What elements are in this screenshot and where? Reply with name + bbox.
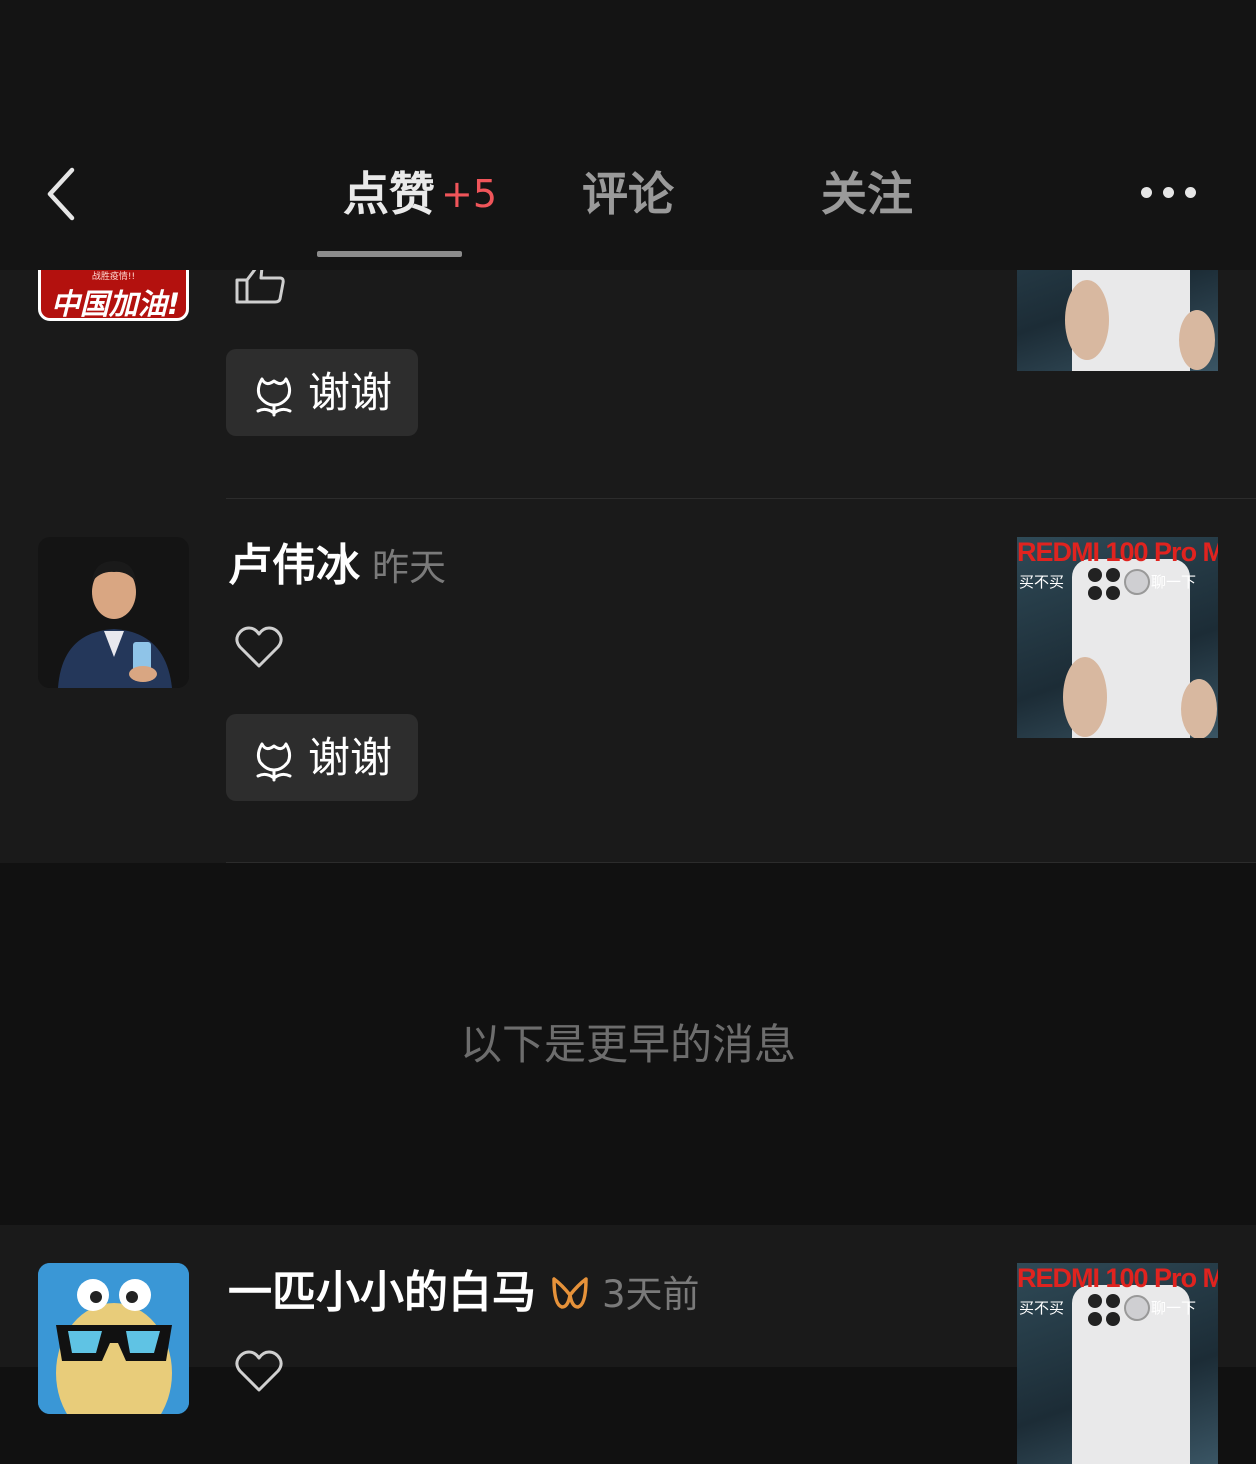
avatar[interactable] [38,537,189,688]
top-nav-bar: 点赞 +5 评论 关注 [0,0,1256,270]
divider [226,862,1256,863]
tab-label: 评论 [582,167,674,221]
divider [226,498,1256,499]
tab-comments[interactable]: 评论 [582,164,674,224]
thumbnail-caption-right: 聊一下 [1151,573,1197,591]
thumbnail-caption-left: 买不买 [1019,573,1065,591]
heart-icon [235,1350,283,1392]
tab-likes[interactable]: 点赞 +5 [343,164,497,224]
thanks-button[interactable]: 谢谢 [226,349,418,436]
post-thumbnail[interactable]: REDMI 100 Pro Max 买不买 聊一下 [1017,1263,1218,1464]
flower-icon [256,742,292,782]
tab-follow[interactable]: 关注 [821,164,913,224]
more-icon [1141,187,1152,198]
thumbnail-title: REDMI 100 Pro Max [1017,537,1218,567]
user-name[interactable]: 卢伟冰 [228,540,360,591]
thumbnail-caption-left: 买不买 [1019,1299,1065,1317]
heart-icon [235,626,283,668]
more-icon-dot [1185,187,1196,198]
chevron-left-icon [47,167,75,221]
more-options-button[interactable] [1136,178,1202,208]
tab-label: 点赞 [343,167,435,221]
timestamp: 昨天 [372,546,446,589]
thumbnail-title: REDMI 100 Pro Max [1017,1263,1218,1293]
user-line: 卢伟冰 昨天 [228,536,446,596]
notification-item: 一匹小小的白马 3天前 REDMI 100 Pro Max 买不买 聊一下 [0,1225,1256,1464]
earlier-messages-label: 以下是更早的消息 [459,1020,796,1069]
back-button[interactable] [40,164,84,224]
vip-badge-icon [552,1277,588,1309]
tab-label: 关注 [821,167,913,221]
cartoon-avatar [38,1263,189,1414]
user-name[interactable]: 一匹小小的白马 [228,1267,536,1318]
new-count-badge: +5 [441,172,498,216]
avatar-text: 中国加油! [50,287,181,321]
thanks-label: 谢谢 [308,368,393,417]
thanks-button[interactable]: 谢谢 [226,714,418,801]
flower-icon [256,377,292,417]
active-tab-indicator [317,251,462,257]
person-photo [38,537,189,688]
thumbnail-caption-right: 聊一下 [1151,1299,1197,1317]
avatar[interactable] [38,1263,189,1414]
thanks-label: 谢谢 [308,733,393,782]
timestamp: 3天前 [602,1273,700,1316]
more-icon-dot [1163,187,1174,198]
user-line: 一匹小小的白马 3天前 [228,1263,700,1323]
post-thumbnail[interactable]: REDMI 100 Pro Max 买不买 聊一下 [1017,537,1218,738]
